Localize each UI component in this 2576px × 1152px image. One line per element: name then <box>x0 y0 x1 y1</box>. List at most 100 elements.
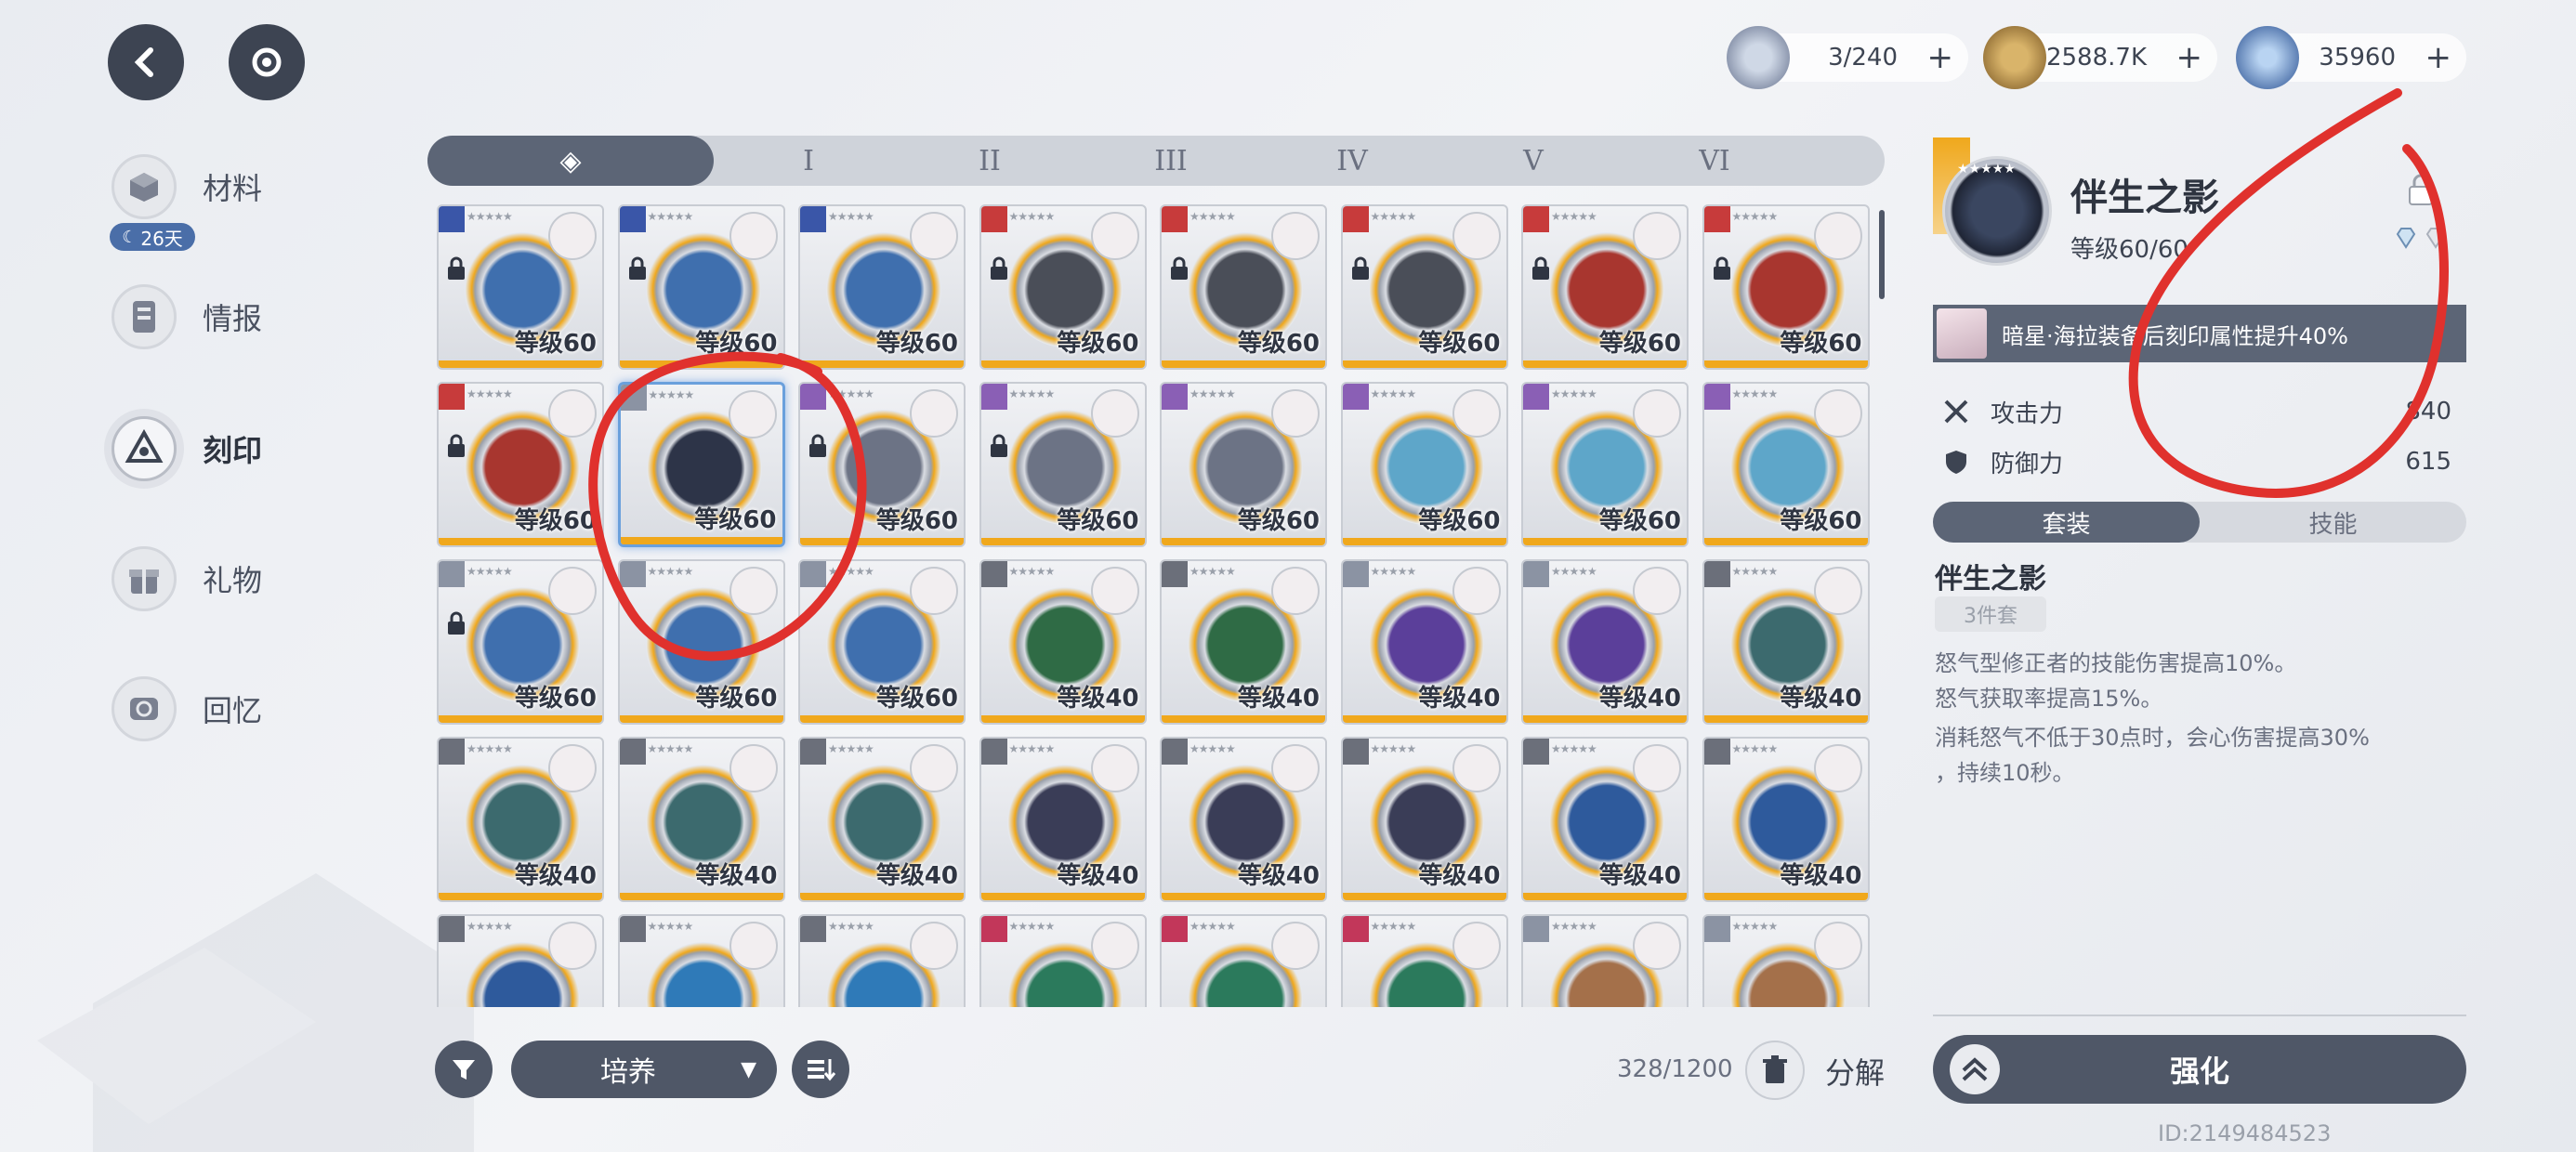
currency-value: 3/240 <box>1828 44 1898 72</box>
tab-rank-5[interactable]: V <box>1450 136 1617 186</box>
lock-icon <box>2409 174 2433 205</box>
rank-tag-icon <box>619 739 646 765</box>
imprint-card[interactable]: ★★★★★ <box>617 914 785 1007</box>
tab-rank-2[interactable]: II <box>906 136 1073 186</box>
imprint-card[interactable]: ★★★★★ 等级60 <box>1521 382 1689 547</box>
imprint-card[interactable]: ★★★★★ 等级40 <box>437 737 604 902</box>
moon-icon: ☾ <box>122 227 138 247</box>
imprint-card[interactable]: ★★★★★ 等级40 <box>979 559 1147 725</box>
imprint-card[interactable]: ★★★★★ 等级40 <box>1160 737 1327 902</box>
imprint-card[interactable]: ★★★★★ 等级40 <box>1521 737 1689 902</box>
imprint-card[interactable]: ★★★★★ 等级60 <box>437 559 604 725</box>
enhance-button[interactable]: 强化 <box>1933 1035 2466 1104</box>
imprint-card[interactable]: ★★★★★ 等级60 <box>1160 382 1327 547</box>
crystal-star-icon <box>2236 26 2299 89</box>
imprint-card[interactable]: ★★★★★ <box>1340 914 1508 1007</box>
star-rating: ★★★★★ <box>1551 387 1597 400</box>
rank-tag-icon <box>619 916 646 942</box>
character-portrait <box>910 389 958 438</box>
imprint-card[interactable]: ★★★★★ 等级60 <box>617 204 785 370</box>
lock-icon <box>990 434 1007 457</box>
sidebar-item-imprint[interactable]: 刻印 <box>112 407 353 491</box>
tab-rank-6[interactable]: VI <box>1631 136 1798 186</box>
imprint-card[interactable]: ★★★★★ 等级60 <box>1160 204 1327 370</box>
star-rating: ★★★★★ <box>1189 920 1236 933</box>
imprint-card[interactable]: ★★★★★ 等级60 <box>437 382 604 547</box>
add-coin-button[interactable]: + <box>2176 42 2203 73</box>
character-portrait <box>1452 212 1501 260</box>
imprint-card[interactable]: ★★★★★ 等级60 <box>1340 204 1508 370</box>
sidebar-item-intel[interactable]: 情报 <box>112 275 353 359</box>
currency-capacity[interactable]: 3/240 + <box>1727 26 1968 89</box>
tab-all[interactable]: ◈ <box>427 136 714 186</box>
rarity-bar <box>800 538 964 545</box>
imprint-level: 等级40 <box>1598 862 1681 890</box>
filter-button[interactable] <box>435 1041 493 1098</box>
character-portrait <box>729 567 778 615</box>
rank-tag-icon <box>1523 384 1549 410</box>
tab-rank-3[interactable]: III <box>1087 136 1255 186</box>
imprint-card[interactable]: ★★★★★ 等级60 <box>798 204 966 370</box>
imprint-level: 等级40 <box>695 862 778 890</box>
imprint-card[interactable]: ★★★★★ 等级60 <box>617 559 785 725</box>
imprint-card[interactable]: ★★★★★ 等级40 <box>798 737 966 902</box>
imprint-card[interactable]: ★★★★★ <box>798 914 966 1007</box>
sidebar-item-materials[interactable]: 材料 <box>112 145 353 229</box>
imprint-card[interactable]: ★★★★★ <box>1160 914 1327 1007</box>
imprint-card[interactable]: ★★★★★ <box>437 914 604 1007</box>
rank-tag-icon <box>1162 916 1188 942</box>
sort-dropdown[interactable]: 培养 ▼ <box>511 1041 777 1098</box>
imprint-card[interactable]: ★★★★★ 等级40 <box>1702 559 1870 725</box>
imprint-card[interactable]: ★★★★★ 等级60 <box>437 204 604 370</box>
imprint-card[interactable]: ★★★★★ 等级40 <box>617 737 785 902</box>
imprint-level: 等级60 <box>695 330 778 358</box>
refresh-button[interactable] <box>229 24 305 100</box>
imprint-card[interactable]: ★★★★★ 等级40 <box>1160 559 1327 725</box>
decompose-button[interactable] <box>1745 1041 1805 1100</box>
imprint-card[interactable]: ★★★★★ 等级60 <box>617 382 785 547</box>
star-rating: ★★★★★ <box>1551 920 1597 933</box>
tab-skill[interactable]: 技能 <box>2200 502 2466 543</box>
imprint-card[interactable]: ★★★★★ <box>979 914 1147 1007</box>
imprint-card[interactable]: ★★★★★ 等级60 <box>1340 382 1508 547</box>
imprint-card[interactable]: ★★★★★ 等级40 <box>979 737 1147 902</box>
tab-rank-1[interactable]: I <box>725 136 892 186</box>
add-capacity-button[interactable]: + <box>1927 42 1954 73</box>
rank-tag-icon <box>1162 739 1188 765</box>
imprint-card[interactable]: ★★★★★ 等级60 <box>798 559 966 725</box>
imprint-card[interactable]: ★★★★★ 等级60 <box>1521 204 1689 370</box>
lock-toggle-button[interactable] <box>2407 173 2435 206</box>
sort-order-button[interactable] <box>792 1041 849 1098</box>
grid-scrollbar[interactable] <box>1879 210 1885 299</box>
imprint-card[interactable]: ★★★★★ 等级40 <box>1702 737 1870 902</box>
currency-coin[interactable]: 2588.7K + <box>1983 26 2217 89</box>
imprint-card[interactable]: ★★★★★ <box>1702 914 1870 1007</box>
imprint-level: 等级40 <box>1057 685 1139 713</box>
back-button[interactable] <box>108 24 184 100</box>
imprint-card[interactable]: ★★★★★ <box>1521 914 1689 1007</box>
star-rating: ★★★★★ <box>1551 210 1597 223</box>
imprint-card[interactable]: ★★★★★ 等级60 <box>1702 382 1870 547</box>
imprint-level: 等级40 <box>1237 862 1320 890</box>
tab-set[interactable]: 套装 <box>1933 502 2200 543</box>
star-rating: ★★★★★ <box>1731 387 1779 400</box>
rank-tag-icon <box>620 385 647 411</box>
imprint-card[interactable]: ★★★★★ 等级40 <box>1521 559 1689 725</box>
tab-rank-4[interactable]: IV <box>1268 136 1436 186</box>
sidebar-item-gift[interactable]: 礼物 <box>112 537 353 621</box>
star-rating: ★★★★★ <box>1370 210 1417 223</box>
rarity-bar <box>1162 538 1325 545</box>
decompose-label[interactable]: 分解 <box>1825 1050 1885 1093</box>
imprint-card[interactable]: ★★★★★ 等级60 <box>979 382 1147 547</box>
imprint-card[interactable]: ★★★★★ 等级60 <box>979 204 1147 370</box>
imprint-level: 等级60 <box>694 506 777 534</box>
sidebar-item-memory[interactable]: 回忆 <box>112 667 353 751</box>
star-rating: ★★★★★ <box>828 210 874 223</box>
add-crystal-button[interactable]: + <box>2425 42 2452 73</box>
imprint-card[interactable]: ★★★★★ 等级40 <box>1340 737 1508 902</box>
imprint-card[interactable]: ★★★★★ 等级40 <box>1340 559 1508 725</box>
imprint-card[interactable]: ★★★★★ 等级60 <box>1702 204 1870 370</box>
imprint-card[interactable]: ★★★★★ 等级60 <box>798 382 966 547</box>
caret-down-icon: ▼ <box>741 1057 756 1081</box>
currency-crystal[interactable]: 35960 + <box>2236 26 2466 89</box>
